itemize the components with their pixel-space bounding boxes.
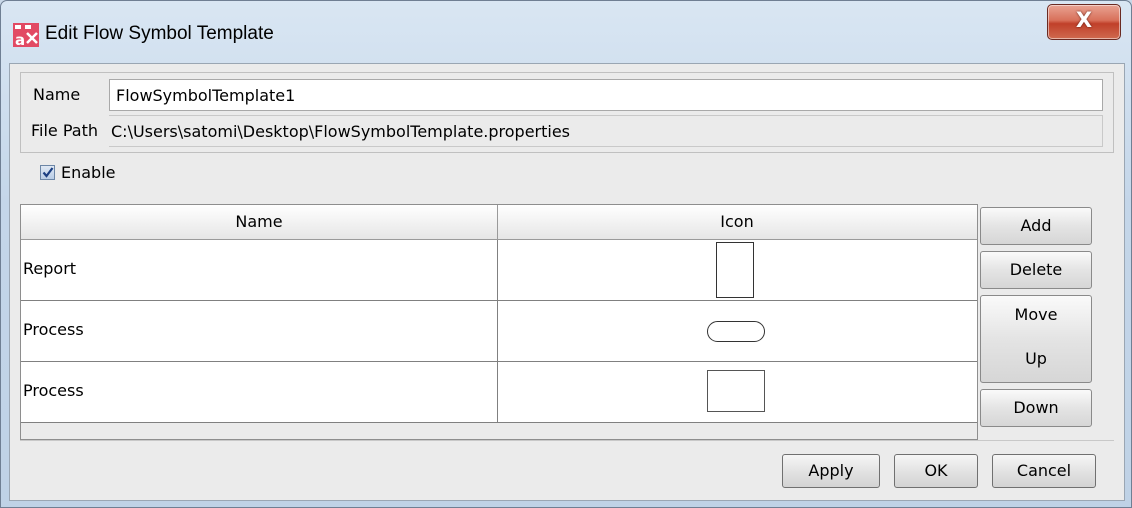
app-icon: a: [13, 23, 39, 49]
close-icon: X: [1075, 8, 1093, 32]
title-bar[interactable]: a Edit Flow Symbol Template X: [1, 1, 1131, 63]
add-button[interactable]: Add: [980, 207, 1092, 245]
row-name: Process: [23, 381, 84, 400]
name-label: Name: [33, 85, 81, 104]
apply-button[interactable]: Apply: [782, 454, 880, 488]
table-row[interactable]: Report: [21, 240, 977, 301]
symbol-table: Name Icon Report Process Process: [20, 204, 978, 440]
file-path-field: C:\Users\satomi\Desktop\FlowSymbolTempla…: [109, 115, 1103, 147]
header-divider: [497, 205, 498, 239]
delete-button-label: Delete: [1009, 260, 1063, 279]
template-properties-panel: Name FlowSymbolTemplate1 File Path C:\Us…: [20, 72, 1114, 153]
up-label: Up: [1025, 349, 1047, 368]
enable-checkbox[interactable]: [40, 165, 55, 180]
footer-separator: [20, 440, 1114, 441]
tall-rectangle-icon: [716, 242, 754, 298]
table-row[interactable]: Process: [21, 362, 977, 423]
down-button-label: Down: [1013, 398, 1059, 417]
name-input[interactable]: FlowSymbolTemplate1: [109, 79, 1103, 111]
add-button-label: Add: [1020, 216, 1052, 235]
down-button[interactable]: Down: [980, 389, 1092, 427]
delete-button[interactable]: Delete: [980, 251, 1092, 289]
table-header: Name Icon: [21, 205, 977, 240]
cancel-button[interactable]: Cancel: [992, 454, 1096, 488]
svg-text:a: a: [15, 31, 25, 47]
edit-flow-symbol-template-dialog: a Edit Flow Symbol Template X Name FlowS…: [0, 0, 1132, 508]
row-name: Report: [23, 259, 77, 278]
dialog-body: Name FlowSymbolTemplate1 File Path C:\Us…: [9, 63, 1125, 501]
window-title: Edit Flow Symbol Template: [45, 23, 274, 44]
enable-label: Enable: [61, 163, 116, 182]
file-path-label: File Path: [31, 121, 99, 140]
close-button[interactable]: X: [1047, 4, 1121, 40]
checkmark-icon: [42, 167, 54, 178]
ok-button[interactable]: OK: [894, 454, 978, 488]
row-name: Process: [23, 320, 84, 339]
move-label: Move: [1014, 305, 1058, 324]
move-up-button[interactable]: Move Up: [980, 295, 1092, 383]
column-divider: [497, 240, 498, 423]
column-header-icon[interactable]: Icon: [498, 205, 976, 239]
column-header-name[interactable]: Name: [21, 205, 497, 239]
rectangle-icon: [707, 370, 765, 412]
table-row[interactable]: Process: [21, 301, 977, 362]
rounded-rectangle-icon: [707, 321, 765, 342]
